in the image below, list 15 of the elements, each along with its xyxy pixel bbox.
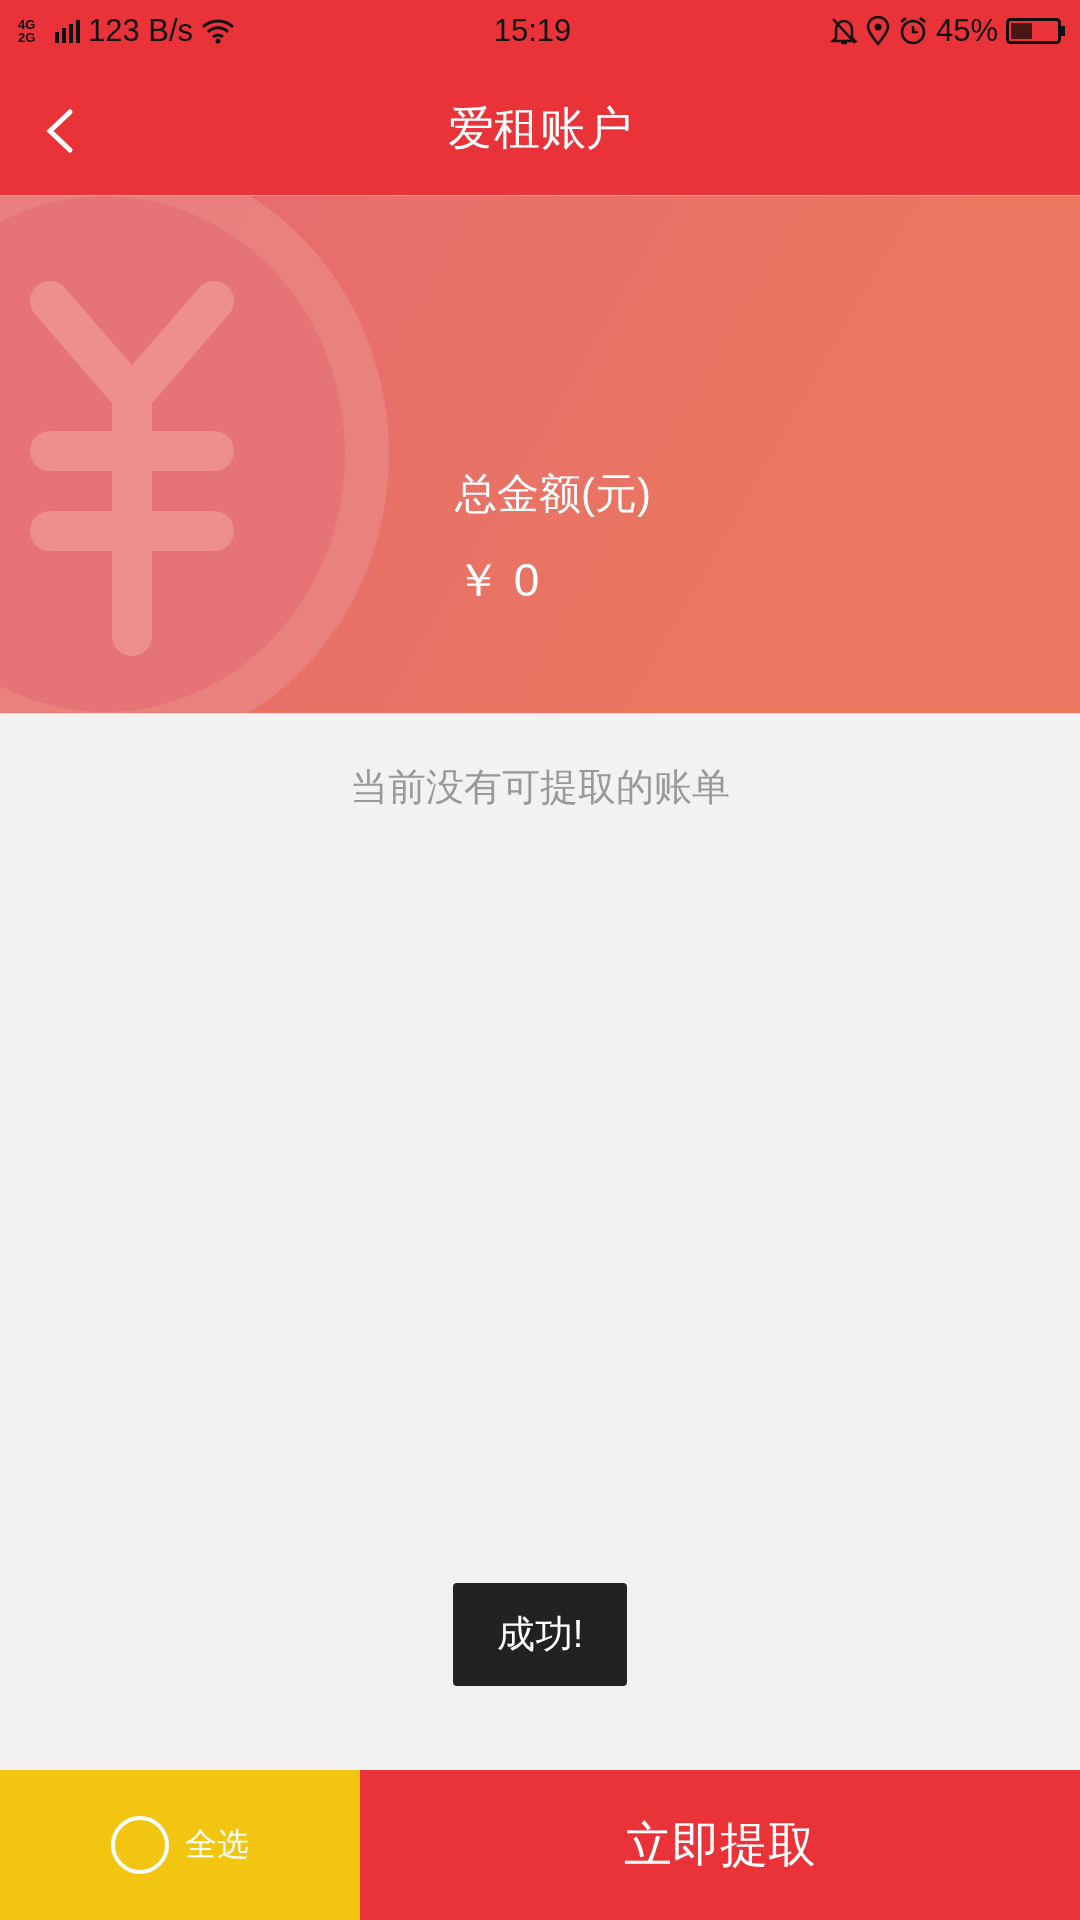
battery-percent: 45% <box>935 13 998 49</box>
empty-message: 当前没有可提取的账单 <box>350 765 730 810</box>
network-speed: 123 B/s <box>88 13 194 49</box>
location-icon <box>865 16 890 46</box>
wifi-icon <box>201 18 236 44</box>
bell-off-icon <box>829 16 858 46</box>
signal-icon <box>54 18 80 44</box>
clock-time: 15:19 <box>492 13 573 49</box>
withdraw-button[interactable]: 立即提取 <box>360 1770 1080 1920</box>
toast-message: 成功! <box>452 1583 628 1686</box>
network-type: 4G 2G <box>18 18 37 44</box>
page-title: 爱租账户 <box>448 100 632 156</box>
battery-icon <box>1006 17 1066 45</box>
total-amount-label: 总金额(元) <box>455 469 651 519</box>
total-amount-value: ￥ 0 <box>455 553 541 608</box>
